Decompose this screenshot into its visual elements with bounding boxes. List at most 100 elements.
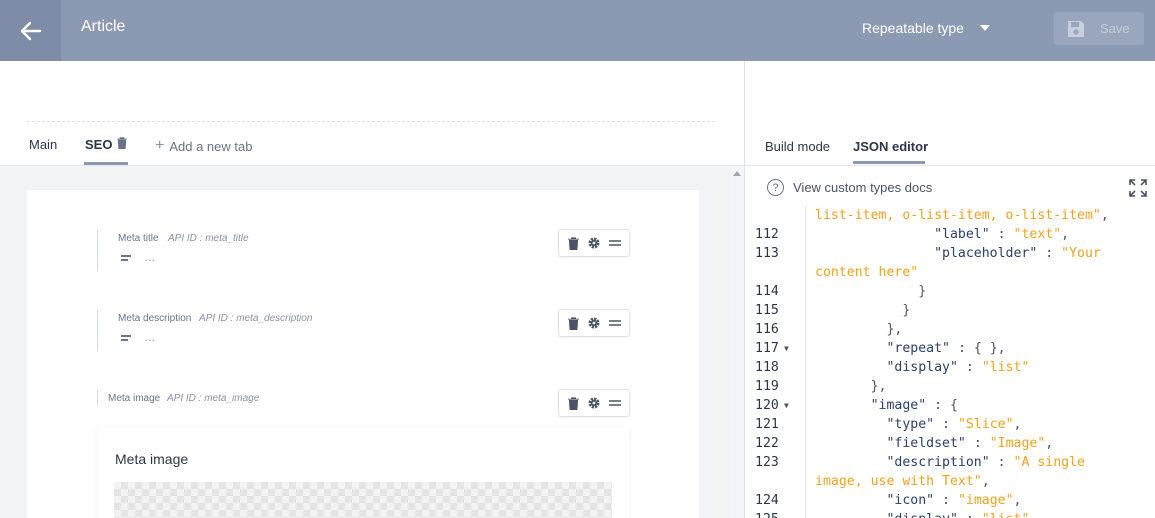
image-preview-box[interactable]: Meta image: [97, 428, 629, 518]
image-box-title: Meta image: [115, 451, 189, 467]
field-bar: [97, 310, 98, 351]
code-line: image, use with Text",: [745, 472, 1155, 491]
code-line: 112 "label" : "text",: [745, 225, 1155, 244]
save-button[interactable]: Save: [1054, 12, 1144, 45]
field-placeholder: ...: [145, 330, 156, 344]
code-text: "label" : "text",: [934, 227, 1070, 242]
code-line: 121 "type" : "Slice",: [745, 415, 1155, 434]
tabs-separator: [745, 165, 1155, 166]
line-number: 112: [755, 227, 779, 242]
gear-icon[interactable]: [586, 235, 602, 251]
field-api-id: API ID : meta_image: [167, 393, 260, 404]
code-text: "description" : "A single: [886, 455, 1085, 470]
back-button[interactable]: [0, 0, 61, 61]
field-label: Meta description: [118, 313, 192, 324]
help-icon: ?: [767, 179, 784, 196]
field-bar: [97, 390, 98, 406]
code-line: 123 "description" : "A single: [745, 453, 1155, 472]
code-text: },: [886, 322, 903, 337]
code-line: 124 "icon" : "image",: [745, 491, 1155, 510]
docs-link[interactable]: ? View custom types docs: [767, 179, 932, 196]
line-number: 125: [755, 510, 789, 518]
field-label: Meta title: [118, 233, 159, 244]
line-number: 118: [755, 360, 779, 375]
line-number: 116: [755, 322, 779, 337]
drag-handle-icon[interactable]: [607, 235, 623, 251]
json-code-editor[interactable]: list-item, o-list-item, o-list-item", 112…: [745, 206, 1155, 518]
fold-arrow-icon[interactable]: ▼: [784, 396, 789, 415]
code-text: "fieldset" : "Image",: [886, 436, 1054, 451]
arrow-left-icon: [20, 21, 41, 40]
page-title: Article: [81, 18, 126, 35]
add-tab-label: Add a new tab: [169, 138, 253, 154]
field-placeholder: ...: [145, 250, 156, 264]
add-tab-button[interactable]: + Add a new tab: [155, 137, 252, 155]
scroll-up-icon[interactable]: [733, 171, 741, 176]
code-line: content here": [745, 263, 1155, 282]
line-number: 121: [755, 417, 779, 432]
code-line: 115 }: [745, 301, 1155, 320]
field-actions: [558, 309, 630, 337]
field-api-id: API ID : meta_title: [168, 233, 249, 244]
code-line: 113 "placeholder" : "Your: [745, 244, 1155, 263]
tab-seo[interactable]: SEO: [85, 137, 128, 152]
code-line: 125 "display" : "list": [745, 510, 1155, 518]
field-actions: [558, 229, 630, 257]
line-number: 119: [755, 379, 779, 394]
code-text: list-item, o-list-item, o-list-item",: [815, 208, 1109, 223]
scrollbar[interactable]: [730, 166, 744, 518]
expand-icon[interactable]: [1129, 179, 1147, 197]
code-text: "display" : "list": [886, 360, 1030, 375]
code-text: image, use with Text",: [815, 474, 990, 489]
trash-icon[interactable]: [565, 395, 581, 411]
code-line: 114 }: [745, 282, 1155, 301]
image-placeholder[interactable]: [114, 482, 612, 518]
line-number: 114: [755, 284, 779, 299]
text-lines-icon: [121, 255, 131, 263]
tab-seo-label: SEO: [85, 137, 113, 152]
docs-link-label: View custom types docs: [793, 180, 933, 195]
type-select[interactable]: Repeatable type: [862, 20, 990, 36]
code-text: "icon" : "image",: [886, 493, 1022, 508]
code-line: 120 ▼ "image" : {: [745, 396, 1155, 415]
code-text: "type" : "Slice",: [886, 417, 1022, 432]
trash-icon[interactable]: [565, 235, 581, 251]
json-panel: Build mode JSON editor ? View custom typ…: [744, 61, 1155, 518]
code-line: 118 "display" : "list": [745, 358, 1155, 377]
field-actions: [558, 389, 630, 417]
type-select-label: Repeatable type: [862, 20, 964, 36]
code-text: }: [918, 284, 927, 299]
tab-build-mode[interactable]: Build mode: [765, 139, 830, 154]
code-line: 119 },: [745, 377, 1155, 396]
divider: [27, 121, 715, 122]
field-api-id: API ID : meta_description: [199, 313, 313, 324]
code-text: },: [870, 379, 887, 394]
trash-icon[interactable]: [565, 315, 581, 331]
code-line: 116 },: [745, 320, 1155, 339]
top-bar: Article Repeatable type Save: [0, 0, 1155, 61]
text-lines-icon: [121, 335, 131, 343]
gear-icon[interactable]: [586, 395, 602, 411]
line-number: 124: [755, 493, 779, 508]
code-text: "display" : "list": [815, 510, 1029, 518]
tab-json-editor[interactable]: JSON editor: [853, 139, 928, 154]
code-text: "placeholder" : "Your: [934, 246, 1101, 261]
line-number: 122: [755, 436, 779, 451]
field-label: Meta image: [108, 393, 161, 404]
chevron-down-icon: [979, 25, 990, 31]
floppy-disk-icon: [1068, 20, 1084, 37]
tab-main[interactable]: Main: [29, 137, 57, 152]
line-number: 113: [755, 246, 779, 261]
field-bar: [97, 230, 98, 271]
code-text: }: [902, 303, 911, 318]
code-text: content here": [815, 265, 919, 280]
trash-icon[interactable]: [117, 137, 128, 152]
gear-icon[interactable]: [586, 315, 602, 331]
save-label: Save: [1100, 21, 1130, 36]
drag-handle-icon[interactable]: [607, 315, 623, 331]
drag-handle-icon[interactable]: [607, 395, 623, 411]
line-number: 115: [755, 303, 779, 318]
plus-icon: +: [155, 137, 165, 154]
code-text: "image" : {: [870, 398, 958, 413]
fold-arrow-icon[interactable]: ▼: [784, 339, 789, 358]
